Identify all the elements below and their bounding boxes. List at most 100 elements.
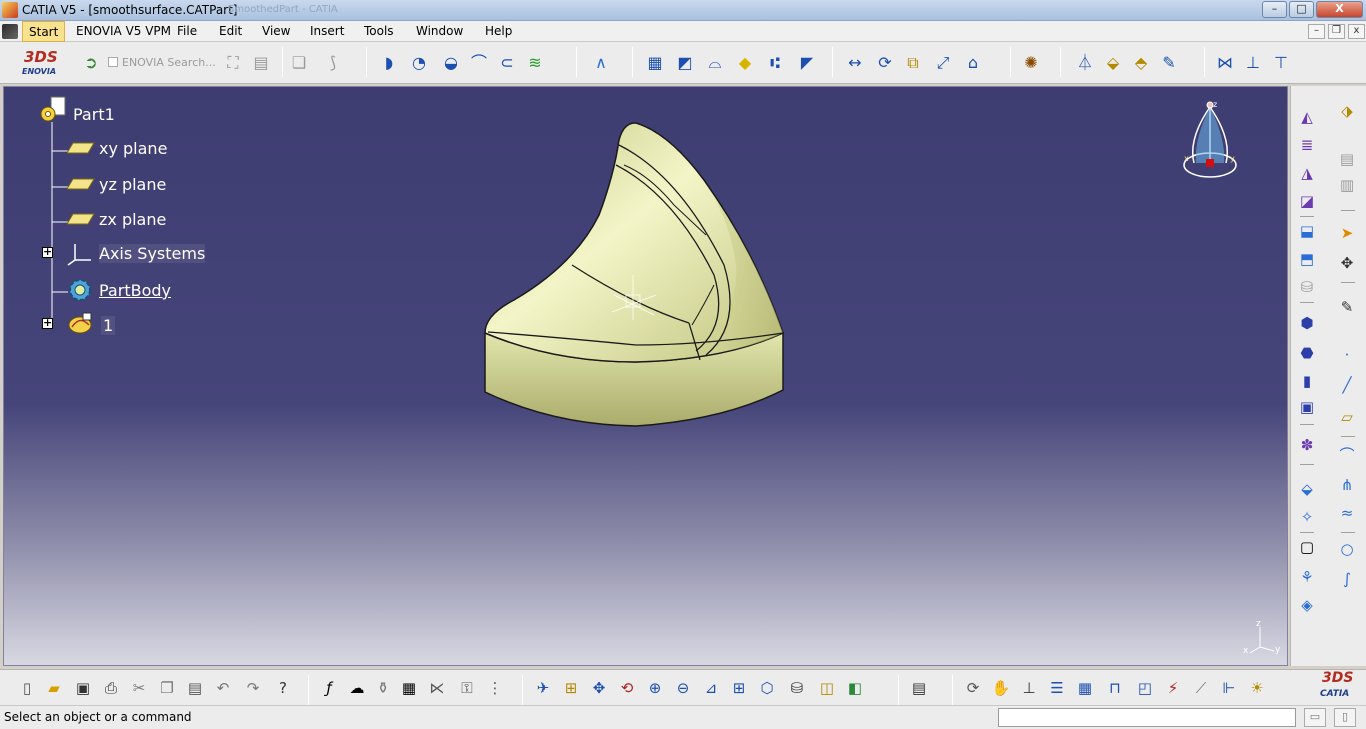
enovia-doc-icon[interactable]: ▤ <box>250 52 272 74</box>
thread-icon[interactable]: ⚘ <box>1296 566 1318 588</box>
command-button-2[interactable]: ▯ <box>1334 708 1356 727</box>
menu-window[interactable]: Window <box>416 24 463 38</box>
close-surface-icon[interactable]: ◪ <box>1296 190 1318 212</box>
split-solid-icon[interactable]: ⬓ <box>1296 220 1318 242</box>
help-icon[interactable]: ? <box>272 677 294 699</box>
plane-tool-icon[interactable]: ⊤ <box>1270 52 1292 74</box>
copy-icon[interactable]: ❏ <box>288 52 310 74</box>
menu-edit[interactable]: Edit <box>219 24 242 38</box>
boolean-icon[interactable]: ✽ <box>1296 434 1318 456</box>
catia-app-icon[interactable] <box>2 2 18 18</box>
shaft-icon[interactable]: ▮ <box>1296 370 1318 392</box>
minimize-button[interactable]: – <box>1262 1 1287 18</box>
quick-select-icon[interactable]: ✥ <box>1336 252 1358 274</box>
print-icon[interactable]: ⎙ <box>100 677 122 699</box>
tree-item-partbody[interactable]: PartBody <box>67 277 171 306</box>
rotate-view-icon[interactable]: ⟲ <box>616 677 638 699</box>
draft-icon[interactable]: ◈ <box>1296 594 1318 616</box>
positioned-sketch-icon[interactable]: ⬙ <box>1102 52 1124 74</box>
document-icon[interactable] <box>2 24 18 39</box>
swap-space-icon[interactable]: ◧ <box>844 677 866 699</box>
expand-axis-systems-button[interactable]: + <box>42 246 53 258</box>
point-tool-icon[interactable]: · <box>1336 344 1358 366</box>
multi-section-icon[interactable]: ≣ <box>1296 134 1318 156</box>
revolve-surface-icon[interactable]: ◔ <box>408 52 430 74</box>
tree-item-yz-plane[interactable]: yz plane <box>66 175 166 194</box>
edge-fillet-icon[interactable]: ⬙ <box>1296 478 1318 500</box>
maximize-button[interactable]: □ <box>1289 1 1314 18</box>
expand-geometric-set-button[interactable]: + <box>42 317 53 329</box>
formula-icon[interactable]: ƒ <box>318 677 340 699</box>
circle-icon[interactable]: ○ <box>1336 538 1358 560</box>
tree-item-geometric-set-1[interactable]: 1 <box>67 311 116 340</box>
zoom-in-icon[interactable]: ⊕ <box>644 677 666 699</box>
enovia-logo[interactable]: 3DS ENOVIA <box>18 48 70 80</box>
profile-feature-icon[interactable]: ✎ <box>1158 52 1180 74</box>
symmetry-icon[interactable]: ⧉ <box>902 52 924 74</box>
output-feature-icon[interactable]: ⬘ <box>1130 52 1152 74</box>
menu-help[interactable]: Help <box>485 24 512 38</box>
enovia-search-checkbox[interactable] <box>108 57 118 67</box>
analysis-icon[interactable]: ⚡ <box>1162 677 1184 699</box>
catalog-icon[interactable]: ▤ <box>908 677 930 699</box>
groove-icon[interactable]: ▣ <box>1296 396 1318 418</box>
iso-view-icon[interactable]: ⬡ <box>756 677 778 699</box>
chamfer-icon[interactable]: ✧ <box>1296 506 1318 528</box>
mdi-close-button[interactable]: x <box>1348 24 1365 39</box>
update-icon[interactable]: ⟳ <box>962 677 984 699</box>
disabled-tool-icon[interactable]: ⛁ <box>1296 276 1318 298</box>
spline-icon[interactable]: ∫ <box>1336 568 1358 590</box>
graph-icon[interactable]: ⋉ <box>426 677 448 699</box>
light-icon[interactable]: ☀ <box>1246 677 1268 699</box>
hole-icon[interactable]: ▢ <box>1296 536 1318 558</box>
tree-item-zx-plane[interactable]: zx plane <box>66 210 166 229</box>
boundary-icon[interactable]: ◆ <box>734 52 756 74</box>
multi-view-icon[interactable]: ⊞ <box>728 677 750 699</box>
redo-icon[interactable]: ↷ <box>242 677 264 699</box>
select-cursor-icon[interactable]: ➤ <box>1336 222 1358 244</box>
offset-icon[interactable]: ⌒ <box>468 52 490 74</box>
tree-view-icon[interactable]: ☰ <box>1046 677 1068 699</box>
enovia-arrow-icon[interactable]: ➲ <box>80 52 102 74</box>
split-icon[interactable]: ◩ <box>674 52 696 74</box>
3d-viewport[interactable]: Part1 xy plane yz plane zx plane + Axis … <box>3 86 1288 666</box>
menu-file[interactable]: File <box>177 24 197 38</box>
extract-icon[interactable]: ⑆ <box>764 52 786 74</box>
comment-icon[interactable]: ☁ <box>346 677 368 699</box>
curve-icon[interactable]: ∧ <box>590 52 612 74</box>
hand-icon[interactable]: ✋ <box>990 677 1012 699</box>
affinity-icon[interactable]: ⌂ <box>962 52 984 74</box>
sweep-icon[interactable]: ⊂ <box>496 52 518 74</box>
parameters-icon[interactable]: ⋮ <box>484 677 506 699</box>
blend-icon[interactable]: ◭ <box>1296 106 1318 128</box>
open-file-icon[interactable]: ▰ <box>43 677 65 699</box>
table-icon[interactable]: ▦ <box>398 677 420 699</box>
sketcher-icon[interactable]: ✎ <box>1336 296 1358 318</box>
mdi-minimize-button[interactable]: – <box>1308 24 1325 39</box>
compass-widget[interactable]: x y z <box>1180 99 1242 185</box>
projection-icon[interactable]: ⌒ <box>1336 444 1358 466</box>
lock-icon[interactable]: ⚿ <box>456 677 478 699</box>
view-mode-icon[interactable]: ⬗ <box>1336 100 1358 122</box>
copy-icon[interactable]: ❐ <box>156 677 178 699</box>
line-tool-icon[interactable]: ╱ <box>1336 374 1358 396</box>
snap-icon[interactable]: ⊓ <box>1104 677 1126 699</box>
intersection-icon[interactable]: ⋔ <box>1336 474 1358 496</box>
sketch-icon[interactable]: ⏃ <box>1074 52 1096 74</box>
command-button-1[interactable]: ▭ <box>1304 708 1326 727</box>
fly-mode-icon[interactable]: ✈ <box>532 677 554 699</box>
pan-icon[interactable]: ✥ <box>588 677 610 699</box>
line-icon[interactable]: ⊥ <box>1242 52 1264 74</box>
link-icon[interactable]: ⟆ <box>322 52 344 74</box>
tree-item-axis-systems[interactable]: Axis Systems <box>67 242 206 269</box>
pocket-icon[interactable]: ⬣ <box>1296 342 1318 364</box>
scaling-icon[interactable]: ⤢ <box>932 52 954 74</box>
point-icon[interactable]: ⋈ <box>1214 52 1236 74</box>
sphere-icon[interactable]: ◒ <box>440 52 462 74</box>
tool-disabled-2-icon[interactable]: ▥ <box>1336 174 1358 196</box>
parallel-curve-icon[interactable]: ≈ <box>1336 502 1358 524</box>
tree-item-xy-plane[interactable]: xy plane <box>66 139 167 158</box>
enovia-search[interactable]: ENOVIA Search... <box>108 56 216 69</box>
thick-surface-icon[interactable]: ◮ <box>1296 162 1318 184</box>
menu-insert[interactable]: Insert <box>310 24 344 38</box>
